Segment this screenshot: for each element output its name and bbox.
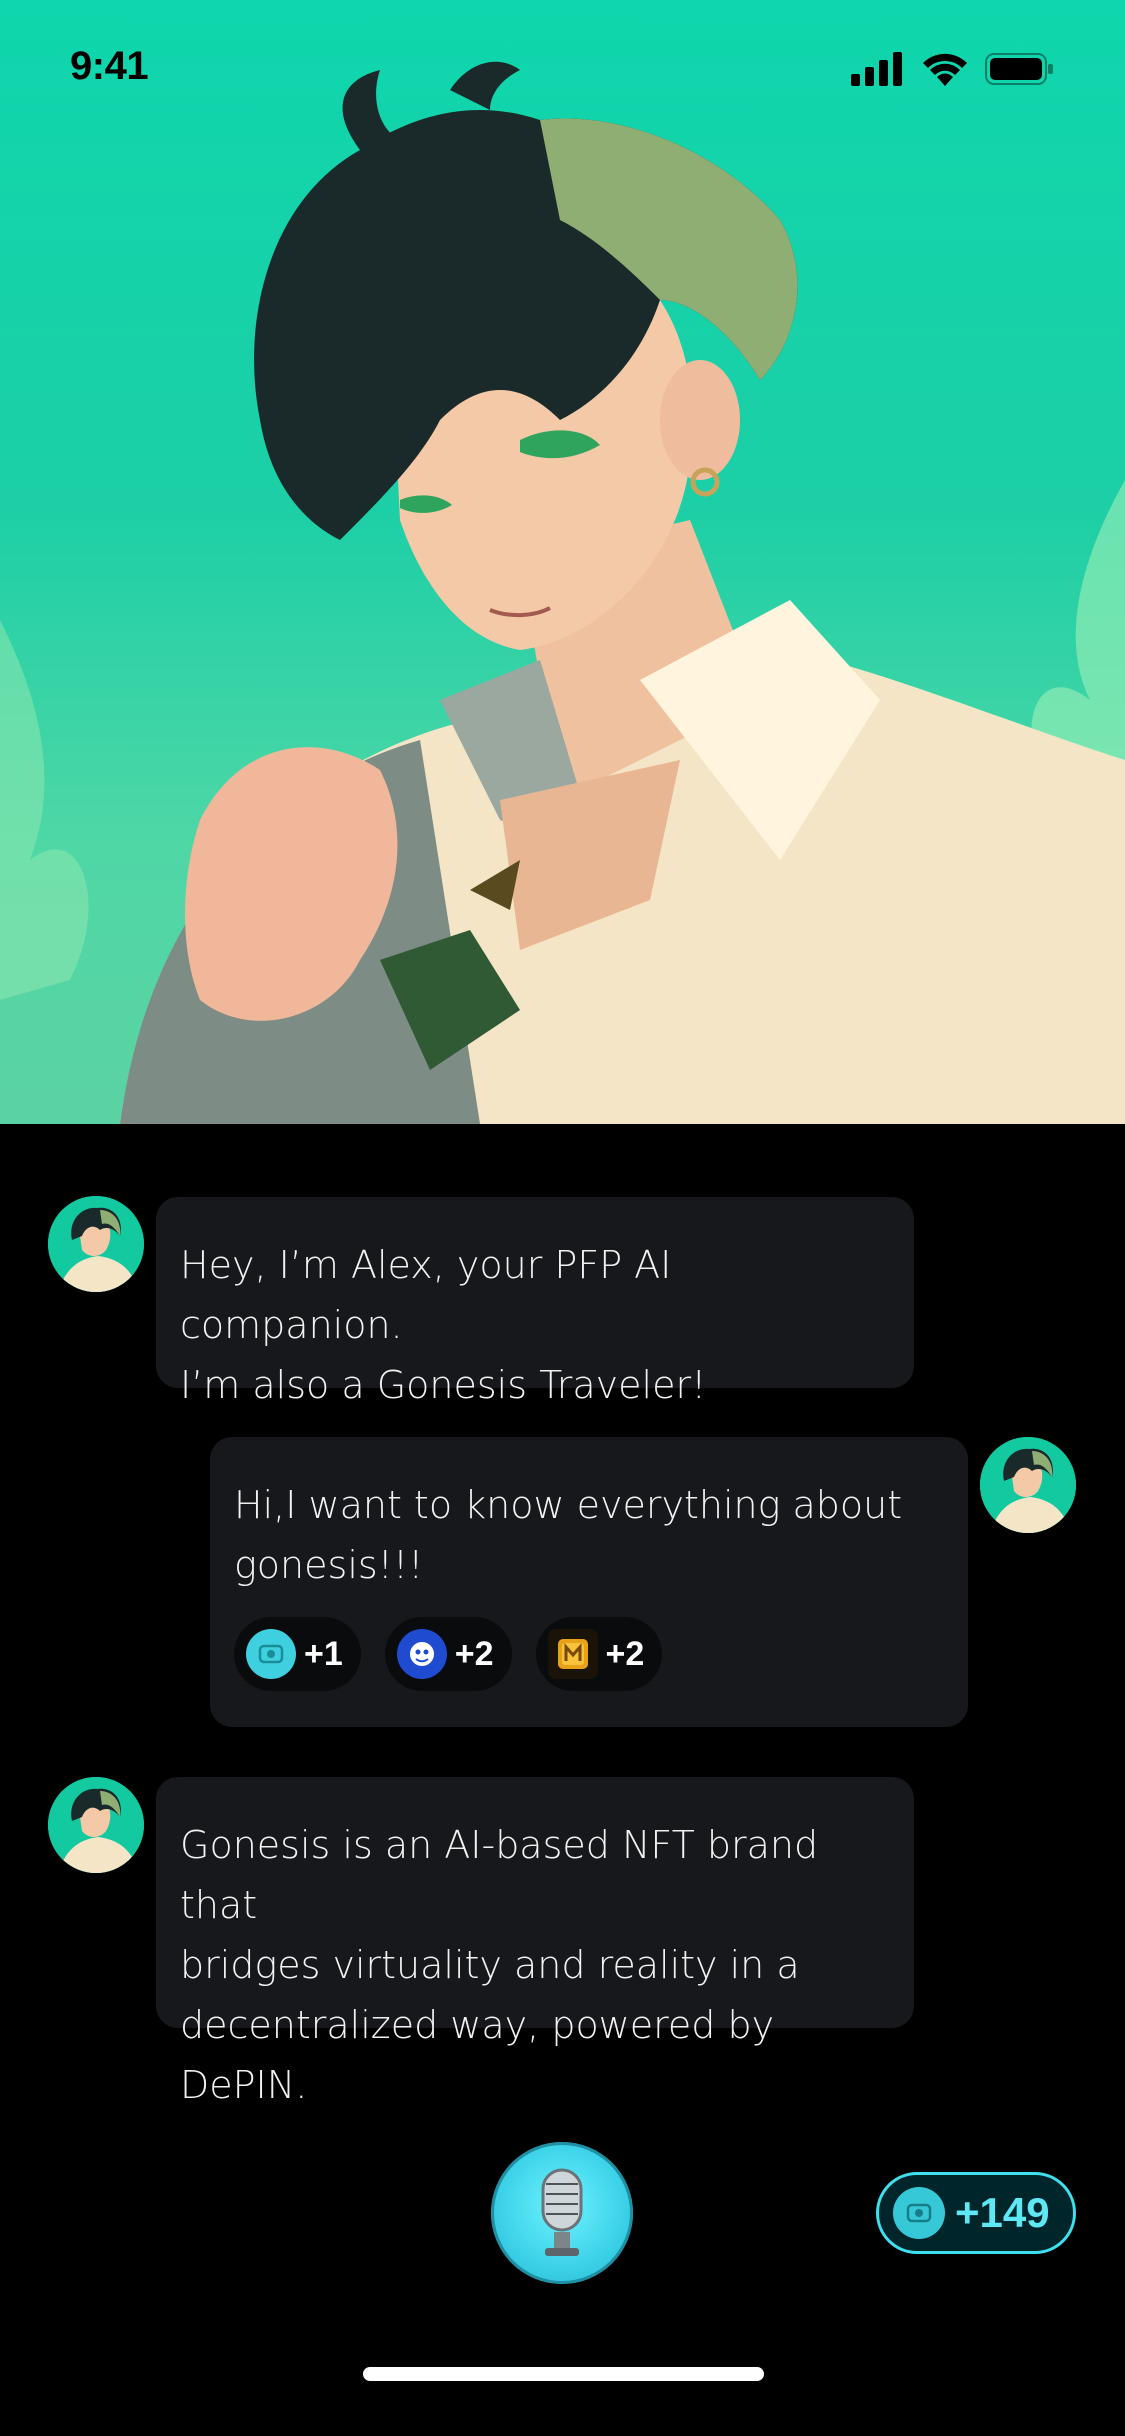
reward-chip-token[interactable]: +1 [234,1617,361,1691]
message-text: Hi,I want to know everything about gones… [234,1483,903,1587]
message-bubble-user: Hi,I want to know everything about gones… [210,1437,968,1727]
status-icons [851,52,1055,91]
m-coin-icon [547,1629,598,1679]
home-indicator[interactable] [363,2367,764,2381]
reward-chip-m-coin[interactable]: +2 [535,1617,663,1691]
status-time: 9:41 [70,44,149,88]
token-icon [246,1629,296,1679]
user-avatar[interactable] [980,1437,1076,1533]
microphone-icon [541,2168,583,2256]
microphone-button[interactable] [491,2142,633,2284]
token-icon [893,2187,945,2239]
battery-icon [985,52,1055,91]
points-balance[interactable]: +149 [876,2172,1076,2254]
message-bubble-ai: Hey, I’m Alex, your PFP AI companion. I’… [156,1197,914,1407]
ape-icon [396,1629,447,1679]
hero-character-image [0,0,1125,1124]
status-bar: 9:41 [0,0,1125,140]
message-bubble-ai: Gonesis is an AI-based NFT brand that br… [156,1777,914,2107]
reward-value: +1 [304,1634,343,1673]
ai-avatar[interactable] [48,1196,144,1292]
reward-chip-ape[interactable]: +2 [384,1617,512,1691]
ai-avatar[interactable] [48,1777,144,1873]
reward-chips: +1 +2 +2 [234,1617,944,1691]
points-value: +149 [955,2189,1050,2236]
message-text: Hey, I’m Alex, your PFP AI companion. I’… [180,1243,707,1407]
message-text: Gonesis is an AI-based NFT brand that br… [180,1823,819,2107]
reward-value: +2 [454,1634,494,1673]
wifi-icon [921,52,969,91]
reward-value: +2 [605,1634,645,1673]
character-illustration [0,61,1125,1124]
cellular-signal-icon [851,52,905,91]
